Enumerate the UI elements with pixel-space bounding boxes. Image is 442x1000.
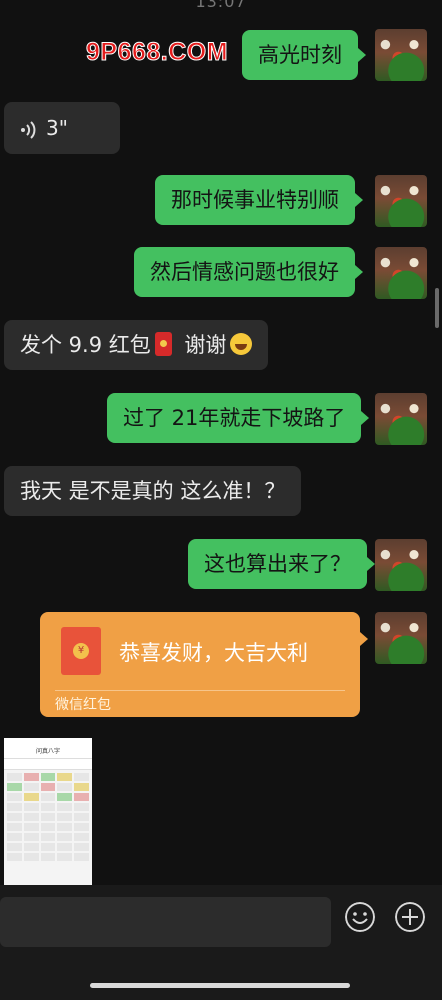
emoji-smile-icon[interactable] xyxy=(345,902,375,932)
message-bubble-sent[interactable]: 那时候事业特别顺 xyxy=(155,175,363,225)
avatar[interactable] xyxy=(375,29,427,81)
thumb-status-bar xyxy=(4,738,92,746)
message-input[interactable] xyxy=(0,897,331,947)
message-bubble-received[interactable]: 我天 是不是真的 这么准！？ xyxy=(4,466,302,516)
avatar[interactable] xyxy=(375,247,427,299)
avatar[interactable] xyxy=(375,539,427,591)
red-packet-card[interactable]: ¥ 恭喜发财，大吉大利 微信红包 xyxy=(40,612,368,717)
image-message-thumbnail[interactable]: 问真八字 xyxy=(4,738,92,888)
scrollbar[interactable] xyxy=(435,288,439,328)
message-bubble-sent[interactable]: 高光时刻 xyxy=(242,30,366,80)
message-bubble-received[interactable]: 发个 9.9 红包 谢谢 xyxy=(4,320,269,370)
red-packet-title: 恭喜发财，大吉大利 xyxy=(119,641,308,665)
red-envelope-icon: ¥ xyxy=(61,627,101,675)
message-bubble-sent[interactable]: 然后情感问题也很好 xyxy=(134,247,363,297)
avatar[interactable] xyxy=(375,175,427,227)
voice-duration: 3" xyxy=(46,116,68,140)
thumb-tabs xyxy=(4,759,92,770)
laughing-face-icon xyxy=(230,333,253,355)
red-envelope-icon xyxy=(154,332,172,356)
red-packet-footer: 微信红包 xyxy=(55,697,111,713)
avatar[interactable] xyxy=(375,612,427,664)
status-time: 13:07 xyxy=(195,0,247,11)
watermark: 9P668.COM xyxy=(85,38,229,67)
message-bubble-sent[interactable]: 过了 21年就走下坡路了 xyxy=(107,393,370,443)
message-text: 发个 9.9 红包 xyxy=(20,333,151,357)
plus-circle-icon[interactable] xyxy=(395,902,425,932)
voice-wave-icon xyxy=(21,121,36,139)
red-packet-divider xyxy=(55,690,345,691)
message-text: 谢谢 xyxy=(177,333,227,357)
message-bubble-sent[interactable]: 这也算出来了？ xyxy=(188,539,375,589)
avatar[interactable] xyxy=(375,393,427,445)
thumb-grid xyxy=(4,770,92,864)
thumb-title: 问真八字 xyxy=(4,746,92,759)
home-indicator[interactable] xyxy=(90,983,350,988)
coin-seal-icon: ¥ xyxy=(73,643,89,659)
